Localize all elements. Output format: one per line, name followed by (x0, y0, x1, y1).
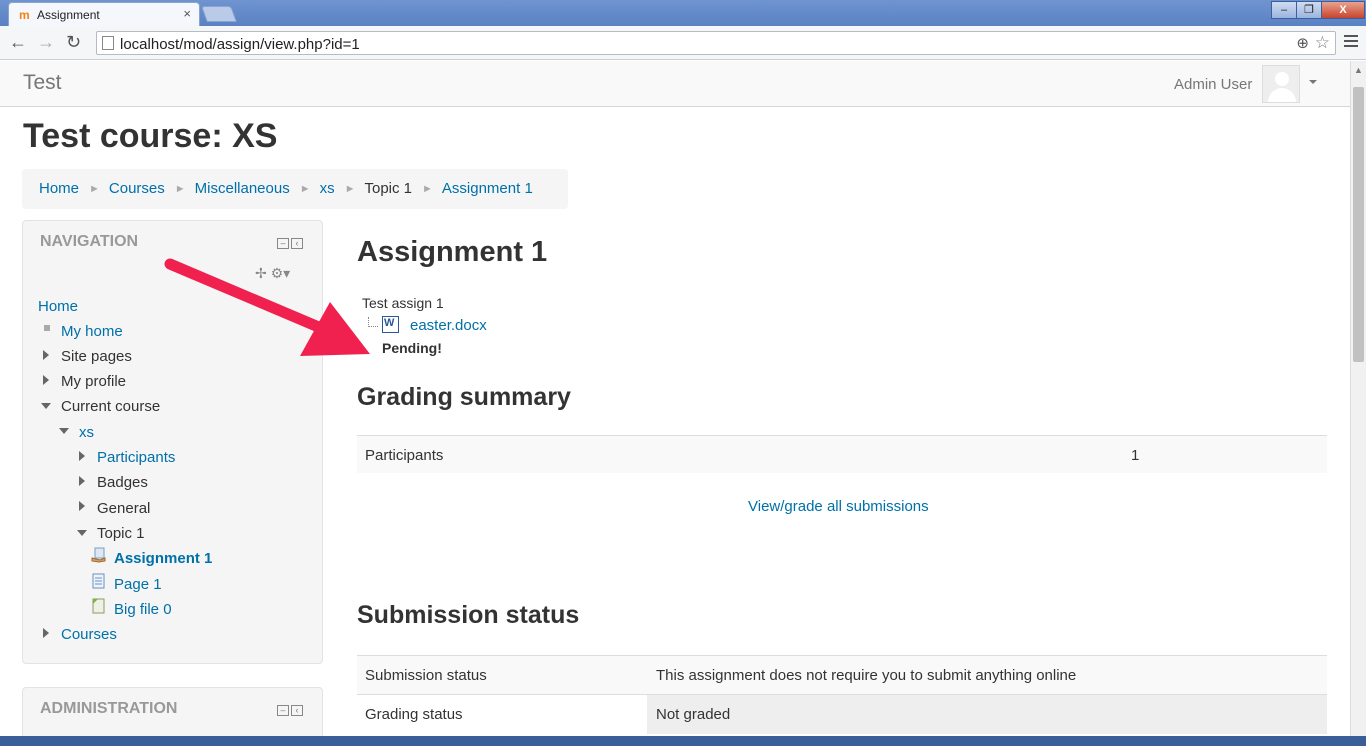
breadcrumb-separator: ► (174, 183, 186, 195)
nav-courses-link[interactable]: Courses (61, 626, 117, 643)
navigation-block-title: NAVIGATION (40, 233, 139, 250)
breadcrumb-separator: ► (422, 183, 433, 195)
avatar[interactable] (1262, 65, 1300, 103)
nav-home-link[interactable]: Home (38, 298, 78, 315)
expand-arrow-icon[interactable] (43, 628, 49, 638)
course-title: Test course: XS (23, 117, 278, 155)
dock-block-icon[interactable]: ‹ (291, 238, 303, 249)
nav-my-home[interactable]: My home (61, 323, 123, 340)
tab-close-icon[interactable]: × (183, 6, 191, 21)
site-navbar: Test Admin User (0, 61, 1350, 107)
participants-label: Participants (365, 447, 444, 464)
nav-topic-1[interactable]: Topic 1 (97, 525, 145, 542)
submission-status-label: Submission status (365, 667, 487, 684)
site-brand[interactable]: Test (23, 71, 62, 95)
browser-titlebar: m Assignment × ‒ ❐ X (0, 0, 1366, 26)
back-arrow-icon[interactable]: ← (9, 32, 27, 53)
nav-home[interactable]: Home (38, 298, 78, 315)
new-tab-button[interactable] (201, 6, 237, 22)
os-taskbar (0, 736, 1366, 746)
collapse-block-icon[interactable]: – (277, 238, 289, 249)
nav-xs-link[interactable]: xs (79, 424, 94, 441)
breadcrumb-separator: ► (89, 183, 100, 195)
breadcrumb-xs[interactable]: xs (320, 180, 335, 197)
forward-arrow-icon[interactable]: → (37, 32, 55, 53)
nav-big-file[interactable]: Big file 0 (114, 601, 172, 618)
page-icon (92, 573, 105, 589)
participants-count: 1 (1131, 447, 1140, 464)
nav-participants[interactable]: Participants (97, 449, 175, 466)
grading-status-label: Grading status (365, 706, 463, 723)
chevron-down-icon[interactable] (1309, 80, 1317, 84)
address-bar[interactable]: localhost/mod/assign/view.php?id=1 ⊕ ☆ (96, 31, 1336, 55)
breadcrumb-courses[interactable]: Courses (109, 180, 165, 197)
moodle-favicon-icon: m (19, 8, 30, 22)
collapse-arrow-icon[interactable] (59, 428, 69, 434)
annotation-arrow-icon (164, 258, 370, 356)
assignment-icon (91, 547, 106, 563)
expand-arrow-icon[interactable] (79, 501, 85, 511)
tab-title: Assignment (37, 8, 100, 22)
view-grade-submissions-link[interactable]: View/grade all submissions (748, 498, 929, 515)
page-content: Test Admin User Test course: XS Home ► Cou… (0, 61, 1350, 746)
url-text[interactable]: localhost/mod/assign/view.php?id=1 (120, 36, 360, 53)
scrollbar-thumb[interactable] (1353, 87, 1364, 362)
submission-status-value: This assignment does not require you to … (656, 667, 1077, 684)
minimize-button[interactable]: ‒ (1271, 1, 1297, 19)
grading-status-value: Not graded (656, 706, 731, 723)
restore-button[interactable]: ❐ (1296, 1, 1322, 19)
breadcrumb-miscellaneous[interactable]: Miscellaneous (195, 180, 290, 197)
nav-xs[interactable]: xs (79, 424, 94, 441)
page-icon (102, 36, 114, 50)
collapse-arrow-icon[interactable] (77, 530, 87, 536)
expand-arrow-icon[interactable] (79, 451, 85, 461)
nav-assignment-1[interactable]: Assignment 1 (114, 550, 212, 567)
nav-site-pages[interactable]: Site pages (61, 348, 132, 365)
scroll-up-arrow-icon[interactable]: ▲ (1354, 65, 1363, 75)
close-window-button[interactable]: X (1321, 1, 1365, 19)
browser-menu-icon[interactable] (1344, 35, 1358, 50)
nav-badges[interactable]: Badges (97, 474, 148, 491)
zoom-icon[interactable]: ⊕ (1296, 34, 1309, 52)
table-row: Grading status Not graded (357, 694, 1327, 734)
breadcrumb-separator: ► (344, 183, 356, 195)
table-row: Submission status This assignment does n… (357, 655, 1327, 694)
breadcrumb-separator: ► (299, 183, 311, 195)
grading-summary-heading: Grading summary (357, 383, 571, 411)
submission-status-heading: Submission status (357, 601, 580, 629)
browser-toolbar: ← → ↻ localhost/mod/assign/view.php?id=1… (0, 26, 1366, 60)
breadcrumb-home[interactable]: Home (39, 180, 79, 197)
collapse-block-icon[interactable]: – (277, 705, 289, 716)
nav-assignment-1-link[interactable]: Assignment 1 (114, 550, 212, 567)
bullet-icon (44, 325, 50, 331)
nav-page-1-link[interactable]: Page 1 (114, 576, 162, 593)
file-icon (92, 598, 105, 614)
nav-page-1[interactable]: Page 1 (114, 576, 162, 593)
vertical-scrollbar[interactable]: ▲ (1350, 61, 1366, 746)
breadcrumb-topic: Topic 1 (364, 180, 413, 197)
user-menu-name[interactable]: Admin User (1174, 76, 1252, 93)
nav-participants-link[interactable]: Participants (97, 449, 175, 466)
administration-block-title: ADMINISTRATION (40, 700, 178, 717)
expand-arrow-icon[interactable] (79, 476, 85, 486)
nav-big-file-link[interactable]: Big file 0 (114, 601, 172, 618)
breadcrumb-assignment[interactable]: Assignment 1 (442, 180, 533, 197)
nav-courses[interactable]: Courses (61, 626, 117, 643)
nav-current-course[interactable]: Current course (61, 398, 160, 415)
dock-block-icon[interactable]: ‹ (291, 705, 303, 716)
table-row: Participants 1 (357, 435, 1327, 473)
block-controls: – ‹ (277, 705, 305, 717)
expand-arrow-icon[interactable] (43, 350, 49, 360)
expand-arrow-icon[interactable] (43, 375, 49, 385)
bookmark-star-icon[interactable]: ☆ (1315, 33, 1330, 53)
nav-my-profile[interactable]: My profile (61, 373, 126, 390)
collapse-arrow-icon[interactable] (41, 403, 51, 409)
browser-tab[interactable]: m Assignment × (8, 2, 200, 26)
grading-status-cell (647, 695, 1327, 734)
block-controls: – ‹ (277, 238, 305, 250)
nav-my-home-link[interactable]: My home (61, 323, 123, 340)
nav-general[interactable]: General (97, 500, 150, 517)
reload-icon[interactable]: ↻ (66, 32, 81, 53)
breadcrumb: Home ► Courses ► Miscellaneous ► xs ► Topic 1 ► As… (22, 169, 568, 209)
